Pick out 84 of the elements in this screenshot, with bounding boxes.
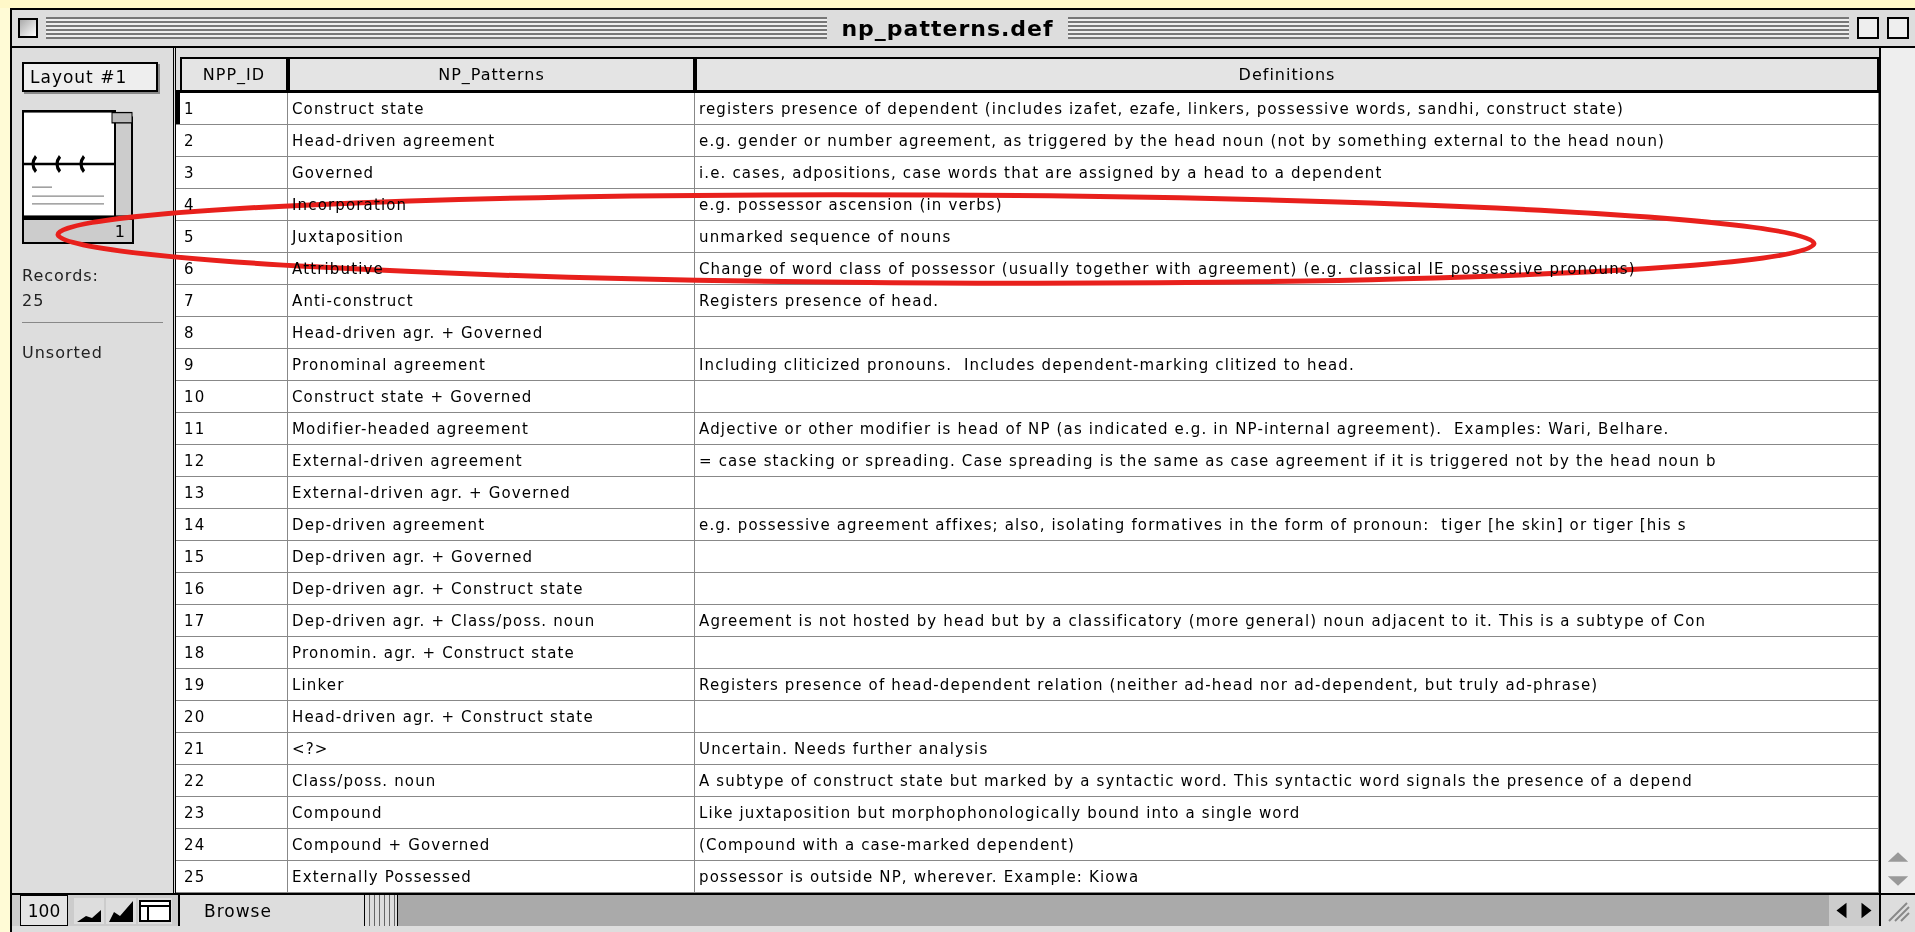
table-cell: 2 [184, 131, 195, 150]
table-cell: 3 [184, 163, 195, 182]
table-cell: 7 [184, 291, 195, 310]
table-cell: 20 [184, 707, 206, 726]
table-cell: Construct state + Governed [292, 387, 533, 406]
table-cell: Dep-driven agr. + Governed [292, 547, 534, 566]
sort-status: Unsorted [22, 343, 104, 362]
table-cell: 17 [184, 611, 206, 630]
table-cell: Dep-driven agreement [292, 515, 486, 534]
column-header[interactable]: Definitions [695, 57, 1879, 90]
table-cell: e.g. gender or number agreement, as triggered by the head noun (not by something external to the head noun) [699, 131, 1666, 150]
table-cell: Modifier-headed agreement [292, 419, 530, 438]
table-cell: Head-driven agr. + Governed [292, 323, 544, 342]
table-cell: External-driven agr. + Governed [292, 483, 571, 502]
table-cell: unmarked sequence of nouns [699, 227, 952, 246]
layout-toggle-icon[interactable] [138, 897, 172, 924]
table-cell: Adjective or other modifier is head of NP (as indicated e.g. in NP-internal agreement). Examples: Wari, Belhare. [699, 419, 1670, 438]
zoom-level[interactable]: 100 [20, 895, 68, 926]
zoom-out-icon[interactable] [74, 897, 104, 924]
table-cell: Governed [292, 163, 375, 182]
table-cell: 18 [184, 643, 206, 662]
table-cell: <?> [292, 739, 329, 758]
table-cell: (Compound with a case-marked dependent) [699, 835, 1076, 854]
table-cell: 23 [184, 803, 206, 822]
table-cell: 11 [184, 419, 206, 438]
table-cell: Like juxtaposition but morphophonologically bound into a single word [699, 803, 1301, 822]
table-cell: Registers presence of head. [699, 291, 940, 310]
table-cell: 12 [184, 451, 206, 470]
book-icon[interactable] [22, 110, 134, 218]
table-cell: Head-driven agr. + Construct state [292, 707, 594, 726]
table-cell: 19 [184, 675, 206, 694]
zoom-in-icon[interactable] [106, 897, 136, 924]
close-box[interactable] [18, 18, 38, 38]
table-cell: 25 [184, 867, 206, 886]
table-cell: 13 [184, 483, 206, 502]
table-cell: 5 [184, 227, 195, 246]
zoom-box[interactable] [1857, 17, 1879, 39]
table-cell: 15 [184, 547, 206, 566]
table-cell: Compound + Governed [292, 835, 491, 854]
records-label: Records: [22, 266, 100, 285]
table-cell: Including cliticized pronouns. Includes dependent-marking clitized to head. [699, 355, 1355, 374]
table-cell: Compound [292, 803, 383, 822]
table-cell: Anti-construct [292, 291, 414, 310]
table-cell: Uncertain. Needs further analysis [699, 739, 989, 758]
horizontal-scrollbar[interactable] [398, 895, 1829, 926]
table-cell: Agreement is not hosted by head but by a classificatory (more general) noun adjacent to it. This is a subtype of Con [699, 611, 1707, 630]
table-cell: 24 [184, 835, 206, 854]
window-title: np_patterns.def [840, 15, 1055, 41]
table-cell: 16 [184, 579, 206, 598]
table-cell: Linker [292, 675, 345, 694]
table-cell: Class/poss. noun [292, 771, 437, 790]
mode-menu[interactable]: Browse [178, 895, 365, 926]
column-header[interactable]: NP_Patterns [288, 57, 695, 90]
table-cell: = case stacking or spreading. Case spreading is the same as case agreement if it is triggered not by the head noun b [699, 451, 1717, 470]
table-cell: 10 [184, 387, 206, 406]
table-cell: 21 [184, 739, 206, 758]
collapse-box[interactable] [1887, 17, 1909, 39]
table-cell: Dep-driven agr. + Construct state [292, 579, 584, 598]
column-header[interactable]: NPP_ID [180, 57, 288, 90]
table-cell: 22 [184, 771, 206, 790]
table-cell: 8 [184, 323, 195, 342]
table-cell: Juxtaposition [292, 227, 405, 246]
table-cell: possessor is outside NP, wherever. Example: Kiowa [699, 867, 1140, 886]
table-cell: 1 [184, 99, 195, 118]
table-cell: Externally Possessed [292, 867, 472, 886]
table-cell: A subtype of construct state but marked by a syntactic word. This syntactic word signals the presence of a depend [699, 771, 1693, 790]
table-cell: 9 [184, 355, 195, 374]
table-cell: Dep-driven agr. + Class/poss. noun [292, 611, 596, 630]
table-cell: registers presence of dependent (includes izafet, ezafe, linkers, possessive words, sandhi, construct state) [699, 99, 1624, 118]
scroll-grip-icon[interactable] [365, 895, 398, 926]
table-cell: 4 [184, 195, 195, 214]
table-cell: Pronomin. agr. + Construct state [292, 643, 575, 662]
table-cell: e.g. possessor ascension (in verbs) [699, 195, 1003, 214]
table-cell: External-driven agreement [292, 451, 523, 470]
table-cell: 6 [184, 259, 195, 278]
table-cell: e.g. possessive agreement affixes; also, isolating formatives in the form of pronoun: tiger [he skin] or tiger [his s [699, 515, 1687, 534]
table-cell: i.e. cases, adpositions, case words that are assigned by a head to a dependent [699, 163, 1383, 182]
layout-menu[interactable]: Layout #1 [22, 62, 158, 92]
table-cell: 14 [184, 515, 206, 534]
table-cell: Head-driven agreement [292, 131, 496, 150]
table-cell: Registers presence of head-dependent relation (neither ad-head nor ad-dependent, but truly ad-phrase) [699, 675, 1599, 694]
table-cell: Pronominal agreement [292, 355, 487, 374]
records-count: 25 [22, 291, 46, 310]
table-cell: Construct state [292, 99, 425, 118]
